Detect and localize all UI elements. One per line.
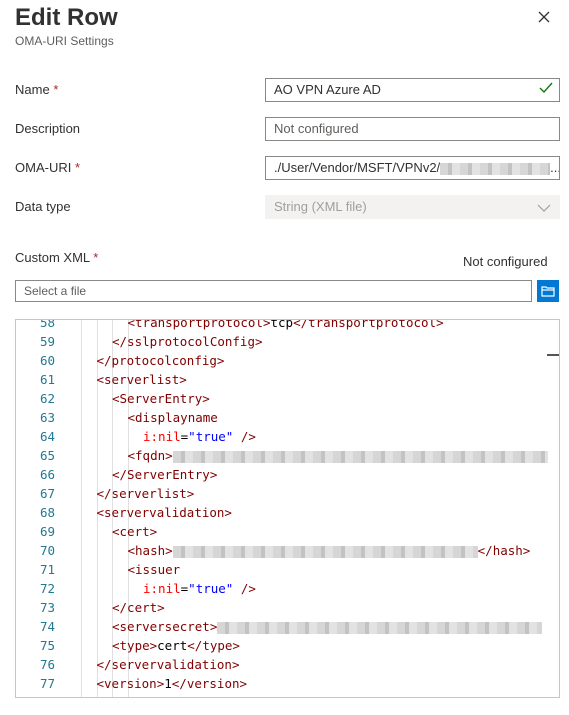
- line-number: 77: [39, 676, 55, 691]
- code-line: 75 <type>cert</type>: [16, 636, 559, 655]
- code-line: 60 </protocolconfig>: [16, 351, 559, 370]
- code-line: 64 i:nil="true" />: [16, 427, 559, 446]
- line-number: 58: [39, 319, 55, 330]
- required-marker: *: [93, 250, 99, 265]
- customxml-status: Not configured: [463, 254, 548, 269]
- code-text: <fqdn>: [128, 446, 548, 465]
- code-text: i:nil="true" />: [143, 429, 256, 444]
- line-number: 72: [39, 581, 55, 596]
- close-button[interactable]: [533, 6, 555, 28]
- code-line: 67 </serverlist>: [16, 484, 559, 503]
- code-line: 69 <cert>: [16, 522, 559, 541]
- line-number: 69: [39, 524, 55, 539]
- code-text: <servervalidation>: [96, 505, 232, 520]
- file-select-input[interactable]: Select a file: [15, 280, 532, 302]
- code-line: 73 </cert>: [16, 598, 559, 617]
- line-number: 60: [39, 353, 55, 368]
- panel-title: Edit Row: [15, 4, 118, 31]
- omauri-label-text: OMA-URI: [15, 160, 72, 175]
- line-number: 71: [39, 562, 55, 577]
- line-number: 63: [39, 410, 55, 425]
- xml-code-editor[interactable]: 58 <transportprotocol>tcp</transportproto…: [15, 319, 560, 698]
- code-line: 58 <transportprotocol>tcp</transportproto…: [16, 319, 559, 332]
- code-text: <serverlist>: [96, 372, 187, 387]
- code-text: <transportprotocol>tcp</transportprotoco…: [127, 319, 444, 330]
- browse-file-button[interactable]: [537, 280, 559, 302]
- redacted-text: [172, 545, 478, 558]
- datatype-label-text: Data type: [15, 199, 71, 214]
- code-text: <cert>: [112, 524, 158, 539]
- code-text: <version>1</version>: [96, 676, 248, 691]
- datatype-dropdown[interactable]: String (XML file): [265, 195, 560, 219]
- line-number: 64: [39, 429, 55, 444]
- line-number: 76: [39, 657, 55, 672]
- code-text: <displayname: [127, 410, 218, 425]
- customxml-label: Custom XML *: [15, 250, 98, 265]
- code-line: 70 <hash> </hash>: [16, 541, 559, 560]
- omauri-label: OMA-URI *: [15, 160, 80, 175]
- description-field[interactable]: Not configured: [265, 117, 560, 141]
- description-label: Description: [15, 121, 80, 136]
- line-number: 66: [39, 467, 55, 482]
- line-number: 73: [39, 600, 55, 615]
- code-text: <ServerEntry>: [112, 391, 210, 406]
- line-number: 62: [39, 391, 55, 406]
- line-number: 75: [39, 638, 55, 653]
- code-line: 77 <version>1</version>: [16, 674, 559, 693]
- code-line: 63 <displayname: [16, 408, 559, 427]
- code-text: </servervalidation>: [96, 657, 240, 672]
- code-text: </ServerEntry>: [112, 467, 218, 482]
- line-number: 59: [39, 334, 55, 349]
- code-text: <hash> </hash>: [127, 543, 531, 558]
- code-line: 59 </sslprotocolConfig>: [16, 332, 559, 351]
- omauri-field[interactable]: ./User/Vendor/MSFT/VPNv2/...: [265, 156, 560, 180]
- required-marker: *: [74, 160, 81, 175]
- code-line: 66 </ServerEntry>: [16, 465, 559, 484]
- omauri-ellipsis: ...: [550, 160, 560, 175]
- line-number: 70: [39, 543, 55, 558]
- description-label-text: Description: [15, 121, 81, 136]
- required-marker: *: [53, 82, 59, 97]
- code-line: 62 <ServerEntry>: [16, 389, 559, 408]
- name-value: AO VPN Azure AD: [274, 82, 381, 97]
- code-text: </protocolconfig>: [96, 353, 225, 368]
- redacted-text: [172, 450, 548, 463]
- code-line: 72 i:nil="true" />: [16, 579, 559, 598]
- datatype-value: String (XML file): [274, 199, 367, 214]
- name-label: Name *: [15, 82, 58, 97]
- panel-subtitle: OMA-URI Settings: [15, 34, 114, 48]
- line-number: 65: [39, 448, 55, 463]
- code-text: <issuer: [127, 562, 181, 577]
- chevron-down-icon: [537, 201, 551, 216]
- close-icon: [538, 11, 550, 23]
- code-text: i:nil="true" />: [143, 581, 256, 596]
- code-text: </cert>: [112, 600, 165, 615]
- code-text: </sslprotocolConfig>: [112, 334, 263, 349]
- line-number: 61: [39, 372, 55, 387]
- checkmark-icon: [539, 82, 553, 97]
- redacted-text: [217, 621, 543, 634]
- line-number: 68: [39, 505, 55, 520]
- name-field[interactable]: AO VPN Azure AD: [265, 78, 560, 102]
- code-line: 61 <serverlist>: [16, 370, 559, 389]
- name-label-text: Name: [15, 82, 50, 97]
- customxml-label-text: Custom XML: [15, 250, 90, 265]
- line-number: 74: [39, 619, 55, 634]
- line-number: 67: [39, 486, 55, 501]
- code-line: 65 <fqdn>: [16, 446, 559, 465]
- code-text: </serverlist>: [96, 486, 195, 501]
- code-line: 76 </servervalidation>: [16, 655, 559, 674]
- folder-open-icon: [541, 286, 555, 297]
- code-text: <type>cert</type>: [112, 638, 240, 653]
- code-text: <serversecret>: [112, 617, 543, 636]
- omauri-value: ./User/Vendor/MSFT/VPNv2/: [274, 160, 441, 175]
- description-placeholder: Not configured: [274, 121, 359, 136]
- code-line: 74 <serversecret>: [16, 617, 559, 636]
- code-line: 68 <servervalidation>: [16, 503, 559, 522]
- redacted-text: [440, 162, 551, 175]
- code-line: 71 <issuer: [16, 560, 559, 579]
- datatype-label: Data type: [15, 199, 71, 214]
